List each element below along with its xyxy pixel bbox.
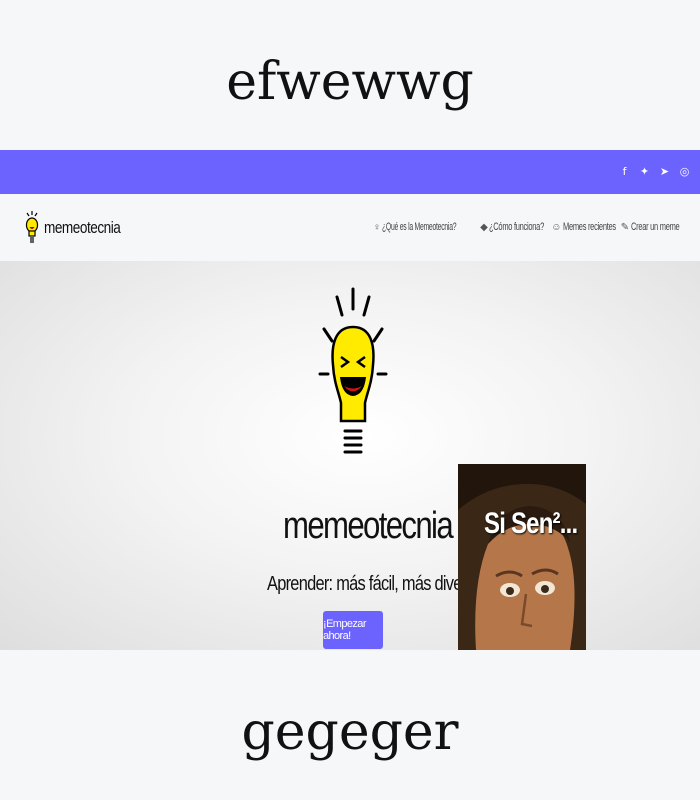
laughing-lightbulb-icon [318, 287, 388, 454]
nav-item-label: ¿Cómo funciona? [489, 221, 545, 233]
edit-icon: ✎ [620, 221, 629, 233]
main-nav: ♀ ¿Qué es la Memeotecnia? ◆ ¿Cómo funcio… [373, 221, 680, 233]
nav-item-label: ¿Qué es la Memeotecnia? [382, 221, 457, 233]
instagram-icon[interactable]: ◎ [679, 163, 690, 180]
twitter-icon[interactable]: ✦ [639, 163, 650, 180]
brand-name: memeotecnia [44, 218, 121, 237]
bottom-caption: gegeger [241, 702, 459, 762]
nav-item-how-it-works[interactable]: ◆ ¿Cómo funciona? [480, 221, 545, 233]
telegram-icon[interactable]: ➤ [659, 163, 670, 180]
brand-logo-link[interactable]: memeotecnia [24, 210, 139, 246]
top-bar: f ✦ ➤ ◎ [0, 150, 700, 194]
meme-image[interactable]: Si Sen²... [458, 464, 586, 650]
portrait-meme-illustration [458, 464, 586, 650]
navbar: memeotecnia ♀ ¿Qué es la Memeotecnia? ◆ … [0, 194, 700, 261]
smile-icon: ☺ [551, 221, 562, 233]
website-screenshot: f ✦ ➤ ◎ memeotecnia ♀ ¿Qué es la Memeote… [0, 150, 700, 650]
nav-item-label: Crear un meme [630, 221, 680, 233]
social-links: f ✦ ➤ ◎ [619, 163, 690, 180]
hero-title: memeotecnia [283, 505, 454, 547]
top-caption: efwewwg [226, 52, 474, 112]
nav-item-recent-memes[interactable]: ☺ Memes recientes [551, 221, 616, 233]
nav-item-label: Memes recientes [563, 221, 616, 233]
lightbulb-icon: ♀ [373, 221, 381, 233]
lightbulb-logo-icon [25, 211, 39, 243]
cubes-icon: ◆ [480, 221, 488, 233]
nav-item-what-is[interactable]: ♀ ¿Qué es la Memeotecnia? [373, 221, 474, 233]
start-now-button[interactable]: ¡Empezar ahora! [323, 611, 383, 649]
hero-section: memeotecnia Aprender: más fácil, más div… [0, 261, 700, 650]
facebook-icon[interactable]: f [619, 163, 630, 180]
meme-caption: Si Sen²... [484, 507, 578, 540]
hero-tagline: Aprender: más fácil, más divertido [267, 573, 491, 595]
nav-item-create-meme[interactable]: ✎ Crear un meme [621, 221, 680, 233]
